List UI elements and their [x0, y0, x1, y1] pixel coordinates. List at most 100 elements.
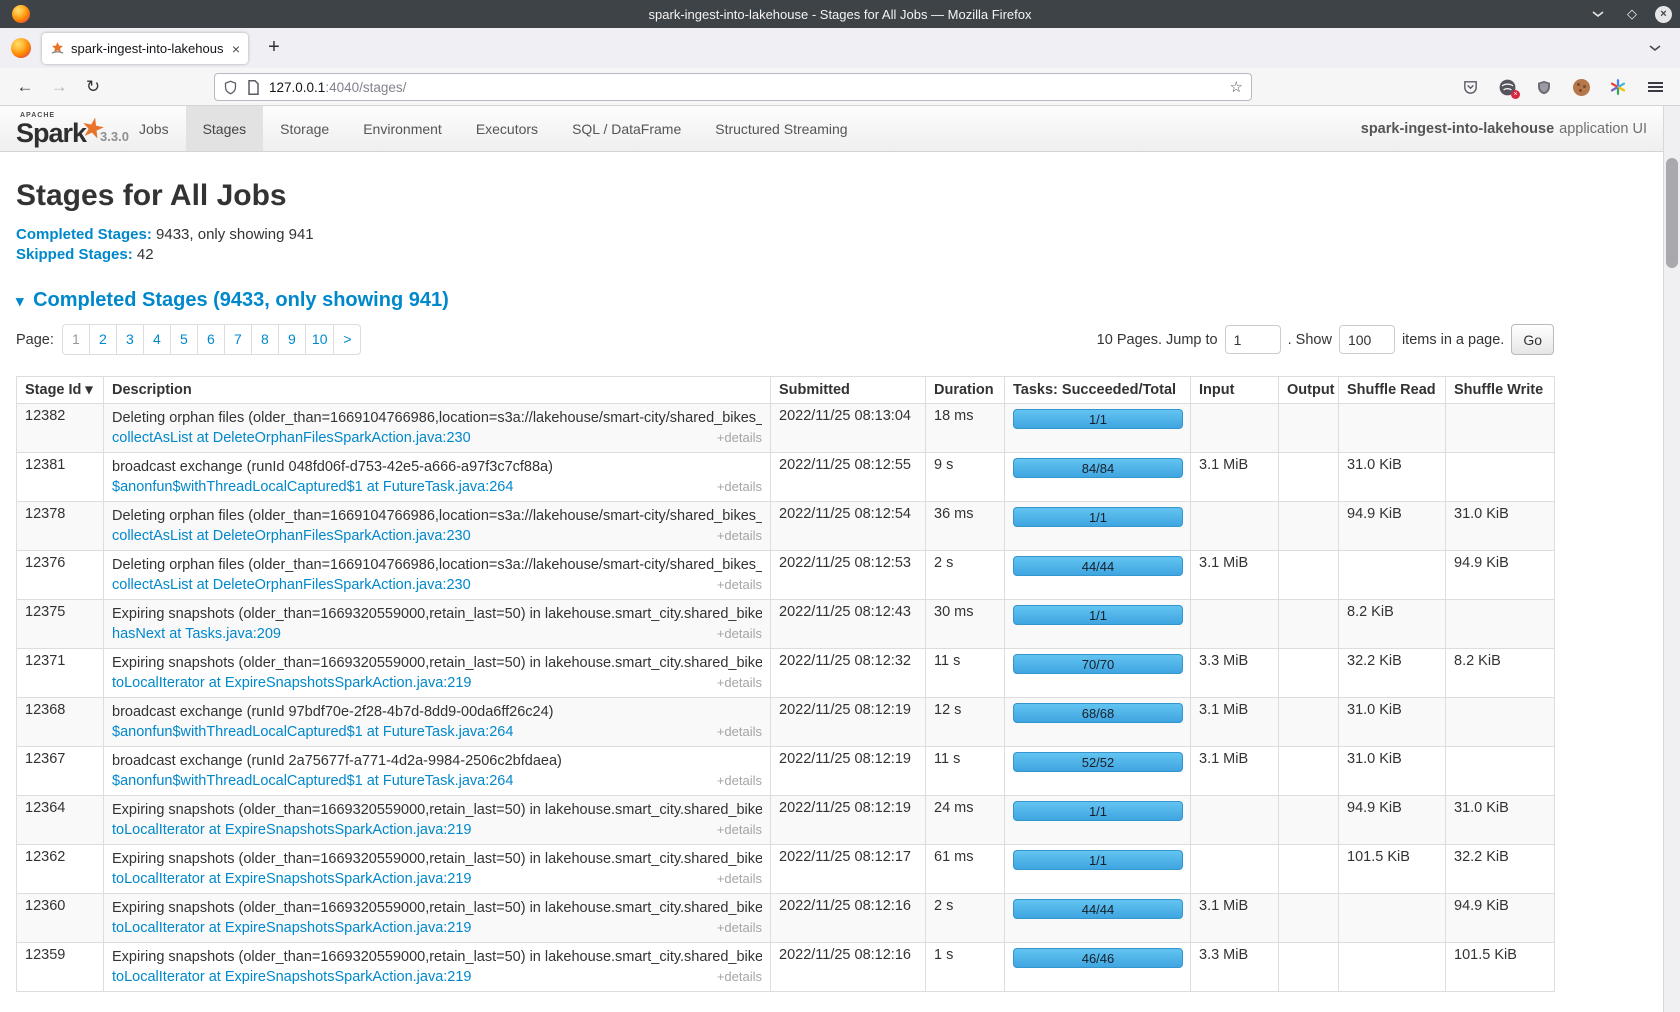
callsite-link[interactable]: toLocalIterator at ExpireSnapshotsSparkA…: [112, 969, 472, 985]
column-header-tasks-succeeded-total[interactable]: Tasks: Succeeded/Total: [1005, 377, 1191, 404]
nav-item-structured-streaming[interactable]: Structured Streaming: [698, 106, 864, 151]
containers-extension-icon[interactable]: ×: [1496, 76, 1518, 98]
details-toggle[interactable]: +details: [717, 477, 762, 497]
page-button-1[interactable]: 1: [62, 324, 90, 355]
callsite-link[interactable]: toLocalIterator at ExpireSnapshotsSparkA…: [112, 920, 472, 936]
column-header-shuffle-read[interactable]: Shuffle Read: [1339, 377, 1446, 404]
maximize-icon[interactable]: ◇: [1623, 6, 1641, 22]
callsite-link[interactable]: collectAsList at DeleteOrphanFilesSparkA…: [112, 430, 471, 446]
completed-stages-section-header[interactable]: ▾ Completed Stages (9433, only showing 9…: [16, 289, 1647, 312]
callsite-link[interactable]: $anonfun$withThreadLocalCaptured$1 at Fu…: [112, 479, 513, 495]
shuffle-write-cell: 31.0 KiB: [1446, 502, 1555, 551]
details-toggle[interactable]: +details: [717, 869, 762, 889]
nav-item-environment[interactable]: Environment: [346, 106, 459, 151]
page-button-8[interactable]: 8: [251, 324, 279, 355]
pocket-icon[interactable]: [1459, 76, 1481, 98]
items-text: items in a page.: [1402, 332, 1504, 348]
tab-close-icon[interactable]: ×: [232, 41, 240, 57]
shuffle-write-cell: [1446, 453, 1555, 502]
page-button-9[interactable]: 9: [278, 324, 306, 355]
details-toggle[interactable]: +details: [717, 428, 762, 448]
details-toggle[interactable]: +details: [717, 526, 762, 546]
window-titlebar: spark-ingest-into-lakehouse - Stages for…: [0, 0, 1680, 28]
reload-button[interactable]: ↻: [80, 74, 106, 100]
page-button-[interactable]: >: [333, 324, 361, 355]
details-toggle[interactable]: +details: [717, 624, 762, 644]
page-button-6[interactable]: 6: [197, 324, 225, 355]
column-header-stage-id[interactable]: Stage Id ▾: [17, 377, 104, 404]
go-button[interactable]: Go: [1511, 324, 1554, 355]
description-line2: +details $anonfun$withThreadLocalCaptured…: [112, 477, 762, 497]
forward-button[interactable]: →: [46, 74, 72, 100]
description-line2: +details toLocalIterator at ExpireSnapsho…: [112, 820, 762, 840]
details-toggle[interactable]: +details: [717, 918, 762, 938]
callsite-link[interactable]: collectAsList at DeleteOrphanFilesSparkA…: [112, 528, 471, 544]
callsite-link[interactable]: collectAsList at DeleteOrphanFilesSparkA…: [112, 577, 471, 593]
firefox-tabbar-icon[interactable]: [11, 38, 31, 58]
page-button-7[interactable]: 7: [224, 324, 252, 355]
details-toggle[interactable]: +details: [717, 820, 762, 840]
nav-item-sql-dataframe[interactable]: SQL / DataFrame: [555, 106, 698, 151]
column-header-shuffle-write[interactable]: Shuffle Write: [1446, 377, 1555, 404]
column-header-duration[interactable]: Duration: [926, 377, 1005, 404]
spark-logo[interactable]: APACHE Spark★ 3.3.0: [0, 106, 122, 151]
details-toggle[interactable]: +details: [717, 722, 762, 742]
description-text: Expiring snapshots (older_than=166932055…: [112, 849, 762, 869]
column-header-input[interactable]: Input: [1191, 377, 1279, 404]
menu-icon[interactable]: [1644, 76, 1666, 98]
output-cell: [1279, 845, 1339, 894]
description-text: Deleting orphan files (older_than=166910…: [112, 408, 762, 428]
details-toggle[interactable]: +details: [717, 673, 762, 693]
scrollbar-track[interactable]: [1663, 106, 1680, 1012]
details-toggle[interactable]: +details: [717, 575, 762, 595]
extension-asterisk-icon[interactable]: [1607, 76, 1629, 98]
callsite-link[interactable]: $anonfun$withThreadLocalCaptured$1 at Fu…: [112, 724, 513, 740]
items-per-page-input[interactable]: [1339, 325, 1395, 354]
back-button[interactable]: ←: [12, 74, 38, 100]
task-progress-bar: 70/70: [1013, 654, 1183, 674]
callsite-link[interactable]: toLocalIterator at ExpireSnapshotsSparkA…: [112, 871, 472, 887]
nav-item-executors[interactable]: Executors: [459, 106, 555, 151]
ublock-shield-icon[interactable]: [1533, 76, 1555, 98]
skipped-stages-value: 42: [137, 246, 154, 263]
callsite-link[interactable]: toLocalIterator at ExpireSnapshotsSparkA…: [112, 822, 472, 838]
tab-list-chevron-icon[interactable]: [1648, 40, 1662, 58]
details-toggle[interactable]: +details: [717, 967, 762, 987]
nav-item-stages[interactable]: Stages: [186, 106, 264, 151]
callsite-link[interactable]: toLocalIterator at ExpireSnapshotsSparkA…: [112, 675, 472, 691]
submitted-cell: 2022/11/25 08:12:16: [771, 943, 926, 992]
tasks-cell: 1/1: [1005, 845, 1191, 894]
nav-item-jobs[interactable]: Jobs: [122, 106, 186, 151]
completed-stages-link[interactable]: Completed Stages:: [16, 226, 152, 243]
column-header-description[interactable]: Description: [104, 377, 771, 404]
page-button-10[interactable]: 10: [305, 324, 335, 355]
browser-tab[interactable]: spark-ingest-into-lakehous ×: [42, 33, 248, 64]
submitted-cell: 2022/11/25 08:12:54: [771, 502, 926, 551]
description-text: Deleting orphan files (older_than=166910…: [112, 555, 762, 575]
column-header-output[interactable]: Output: [1279, 377, 1339, 404]
page-button-4[interactable]: 4: [143, 324, 171, 355]
skipped-stages-link[interactable]: Skipped Stages:: [16, 246, 133, 263]
jump-to-page-input[interactable]: [1225, 325, 1281, 354]
close-icon[interactable]: ×: [1655, 6, 1672, 23]
page-button-3[interactable]: 3: [116, 324, 144, 355]
details-toggle[interactable]: +details: [717, 771, 762, 791]
cookie-icon[interactable]: [1570, 76, 1592, 98]
input-cell: 3.1 MiB: [1191, 747, 1279, 796]
minimize-icon[interactable]: [1591, 9, 1609, 19]
shuffle-read-cell: 31.0 KiB: [1339, 747, 1446, 796]
column-header-submitted[interactable]: Submitted: [771, 377, 926, 404]
nav-item-storage[interactable]: Storage: [263, 106, 346, 151]
shuffle-write-cell: 32.2 KiB: [1446, 845, 1555, 894]
callsite-link[interactable]: $anonfun$withThreadLocalCaptured$1 at Fu…: [112, 773, 513, 789]
page-info-icon[interactable]: [247, 80, 260, 95]
stage-id-cell: 12367: [17, 747, 104, 796]
page-button-2[interactable]: 2: [89, 324, 117, 355]
new-tab-button[interactable]: +: [260, 34, 288, 62]
page-button-5[interactable]: 5: [170, 324, 198, 355]
scrollbar-thumb[interactable]: [1666, 158, 1678, 268]
bookmark-star-icon[interactable]: ☆: [1230, 78, 1243, 96]
tracking-shield-icon[interactable]: [223, 80, 238, 95]
callsite-link[interactable]: hasNext at Tasks.java:209: [112, 626, 281, 642]
url-bar[interactable]: 127.0.0.1:4040/stages/ ☆: [214, 73, 1252, 101]
